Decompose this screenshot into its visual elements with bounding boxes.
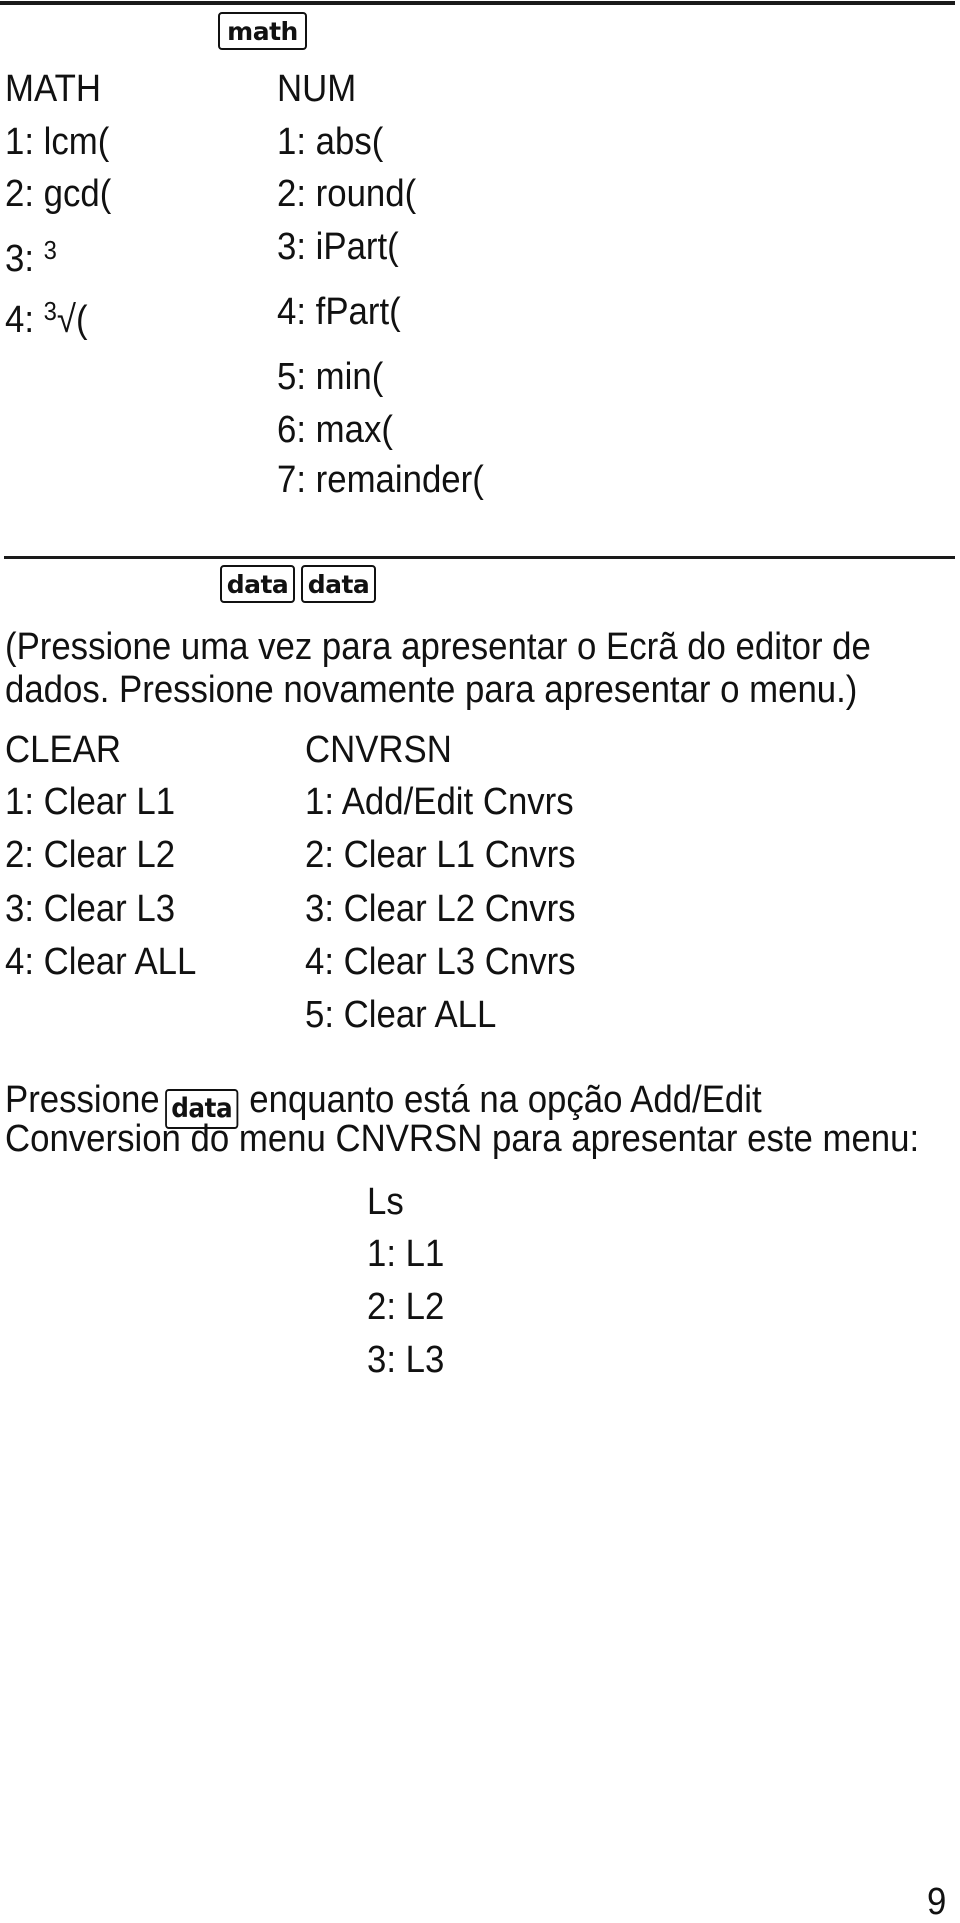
math-menu-item: 3: 3 (5, 235, 57, 281)
data-key-icon: data (220, 565, 295, 603)
item-label: round( (315, 173, 417, 215)
item-label: max( (315, 409, 393, 451)
item-number: 1: (5, 121, 35, 163)
cube-superscript: 3 (43, 235, 57, 265)
instruction-text: enquanto está na opção Add/Edit (249, 1079, 762, 1121)
cnvrsn-menu-item: 1: Add/Edit Cnvrs (305, 781, 574, 823)
ls-menu-item: 3: L3 (367, 1339, 445, 1381)
item-label: abs( (315, 121, 384, 163)
cnvrsn-menu-item: 2: Clear L1 Cnvrs (305, 834, 576, 876)
num-menu-item: 4: fPart( (277, 293, 401, 331)
item-label: fPart( (315, 291, 401, 333)
description-line: dados. Pressione novamente para apresent… (5, 669, 858, 711)
description-line: (Pressione uma vez para apresentar o Ecr… (5, 626, 871, 668)
page-number: 9 (927, 1881, 947, 1923)
math-menu-item: 1: lcm( (5, 123, 109, 161)
data-key-icon: data (301, 565, 376, 603)
cnvrsn-menu-item: 4: Clear L3 Cnvrs (305, 941, 576, 983)
num-menu-item: 7: remainder( (277, 461, 484, 499)
num-menu-item: 5: min( (277, 358, 383, 396)
item-number: 3: (277, 226, 307, 268)
item-number: 2: (5, 173, 35, 215)
clear-menu-title: CLEAR (5, 729, 121, 771)
item-number: 3: (5, 238, 35, 280)
item-number: 2: (277, 173, 307, 215)
data-key-label: data (226, 569, 289, 599)
item-label: gcd( (43, 173, 112, 215)
top-rule (0, 1, 955, 5)
math-key-label: math (227, 16, 298, 46)
math-menu-title: MATH (5, 68, 101, 110)
data-key-label: data (307, 569, 370, 599)
ls-menu-item: 2: L2 (367, 1286, 445, 1328)
num-menu-title: NUM (277, 68, 357, 110)
root-index: 3 (43, 296, 57, 326)
num-menu-item: 3: iPart( (277, 228, 399, 266)
item-number: 7: (277, 459, 307, 501)
clear-menu-item: 3: Clear L3 (5, 888, 176, 930)
num-menu-item: 2: round( (277, 175, 416, 213)
math-menu-item: 4: 3√( (5, 296, 88, 342)
section-divider (4, 556, 955, 559)
item-label: min( (315, 356, 384, 398)
cube-root-icon: √ (56, 299, 76, 341)
item-number: 4: (5, 299, 35, 341)
num-menu-item: 6: max( (277, 411, 393, 449)
cnvrsn-menu-item: 5: Clear ALL (305, 994, 497, 1036)
item-label: ( (75, 299, 88, 341)
ls-menu-item: 1: L1 (367, 1233, 445, 1275)
clear-menu-item: 1: Clear L1 (5, 781, 176, 823)
clear-menu-item: 4: Clear ALL (5, 941, 197, 983)
item-number: 5: (277, 356, 307, 398)
item-label: remainder( (315, 459, 484, 501)
ls-menu-title: Ls (367, 1181, 404, 1223)
clear-menu-item: 2: Clear L2 (5, 834, 176, 876)
math-key-icon: math (218, 12, 307, 50)
item-label: iPart( (315, 226, 399, 268)
item-number: 6: (277, 409, 307, 451)
instruction-line: Conversion do menu CNVRSN para apresenta… (5, 1118, 920, 1160)
item-label: lcm( (43, 121, 110, 163)
math-menu-item: 2: gcd( (5, 175, 111, 213)
cnvrsn-menu-title: CNVRSN (305, 729, 452, 771)
num-menu-item: 1: abs( (277, 123, 383, 161)
item-number: 4: (277, 291, 307, 333)
instruction-text: Pressione (5, 1079, 160, 1121)
cnvrsn-menu-item: 3: Clear L2 Cnvrs (305, 888, 576, 930)
item-number: 1: (277, 121, 307, 163)
